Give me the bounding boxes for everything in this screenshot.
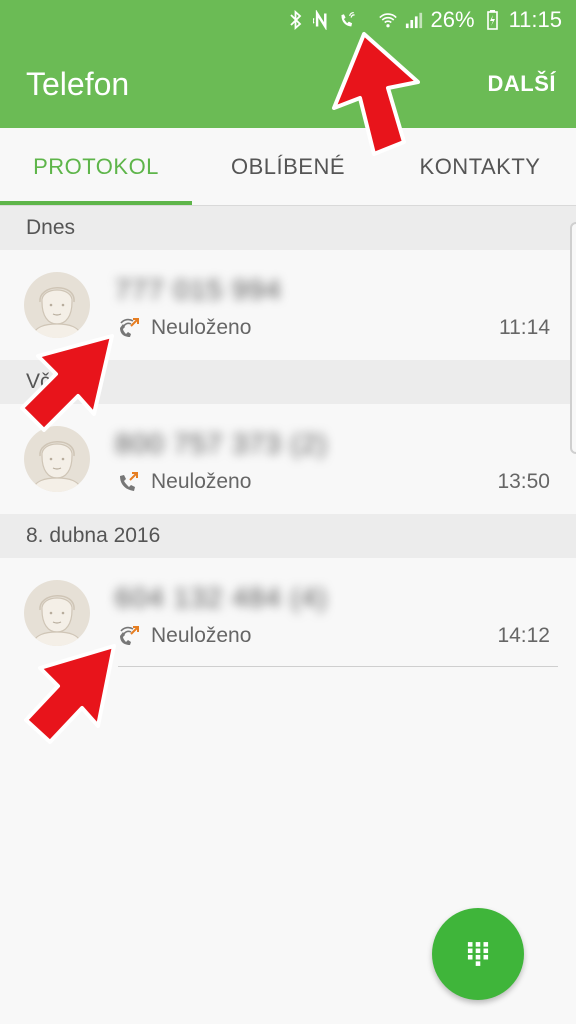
avatar[interactable]: [24, 272, 90, 338]
section-header-today: Dnes: [0, 206, 576, 250]
default-avatar-icon: [31, 287, 83, 338]
battery-charging-icon: [486, 10, 498, 30]
dialpad-icon: [467, 942, 489, 966]
wifi-call-outgoing-icon: [120, 318, 139, 337]
caller-number: 777 015 994: [115, 274, 282, 305]
phone-outgoing-icon: [120, 472, 138, 491]
battery-percent: 26%: [430, 7, 475, 32]
call-status: Neuloženo: [151, 470, 252, 493]
wifi-icon: [378, 13, 397, 28]
annotation-arrow-icon: [20, 334, 114, 432]
app-title: Telefon: [26, 66, 130, 102]
status-bar: 26% 11:15: [0, 0, 576, 40]
call-status: Neuloženo: [151, 316, 252, 339]
status-clock: 11:15: [508, 7, 562, 32]
tab-bar: PROTOKOL OBLÍBENÉ KONTAKTY: [0, 128, 576, 206]
call-time: 14:12: [497, 624, 550, 647]
section-header-label: 8. dubna 2016: [26, 524, 161, 547]
annotation-arrow-icon: [332, 32, 420, 156]
app-bar: 26% 11:15 Telefon DALŠÍ: [0, 0, 576, 128]
bluetooth-icon: [289, 10, 301, 30]
avatar[interactable]: [24, 426, 90, 492]
signal-icon: [405, 12, 422, 29]
list-divider: [118, 666, 558, 667]
call-time: 13:50: [497, 470, 550, 493]
caller-number: 800 757 373 (2): [115, 428, 328, 459]
default-avatar-icon: [31, 595, 83, 646]
annotation-arrow-icon: [24, 644, 116, 744]
more-button[interactable]: DALŠÍ: [488, 71, 557, 97]
default-avatar-icon: [31, 441, 83, 492]
avatar[interactable]: [24, 580, 90, 646]
tab-log[interactable]: PROTOKOL: [0, 128, 192, 206]
caller-number: 604 132 484 (4): [115, 582, 328, 613]
active-tab-indicator: [0, 201, 192, 205]
edge-panel-handle[interactable]: [570, 222, 576, 454]
call-time: 11:14: [499, 316, 550, 339]
section-header-label: Dnes: [26, 216, 76, 239]
dialpad-button[interactable]: [432, 908, 524, 1000]
section-header-date: 8. dubna 2016: [0, 514, 576, 558]
wifi-calling-icon: [340, 11, 355, 27]
call-status: Neuloženo: [151, 624, 252, 647]
nfc-icon: [312, 10, 327, 30]
